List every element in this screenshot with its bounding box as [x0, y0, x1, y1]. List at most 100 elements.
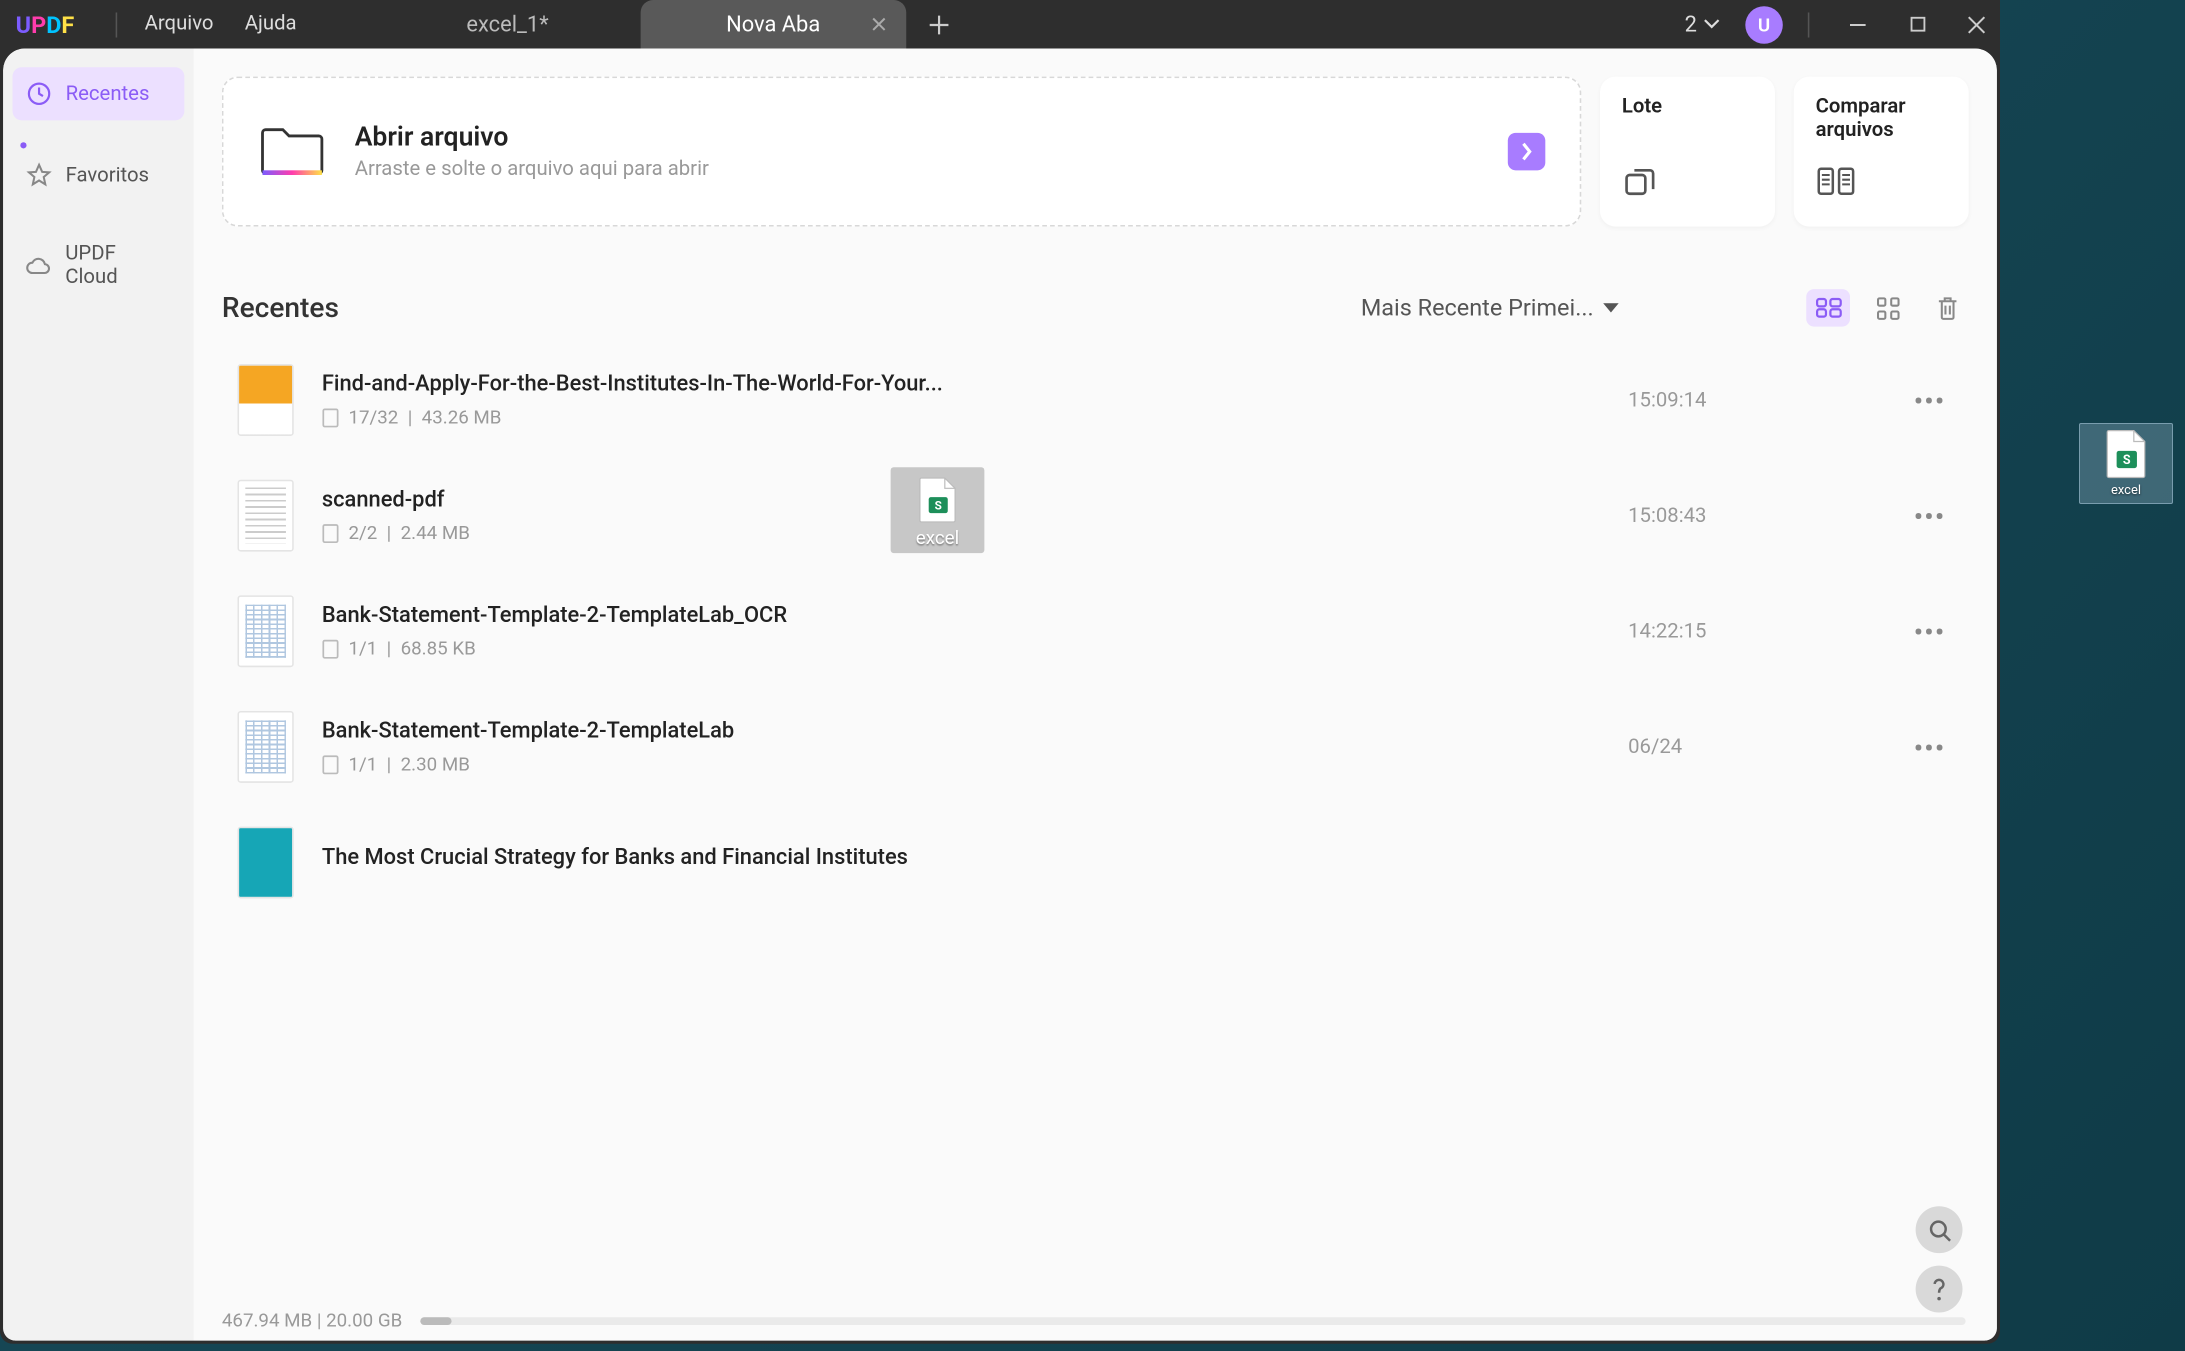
batch-icon: [1622, 164, 1660, 202]
cloud-icon: [25, 252, 53, 280]
file-list: Find-and-Apply-For-the-Best-Institutes-I…: [222, 342, 1969, 898]
app-window: U P D F Arquivo Ajuda excel_1* Nova Aba: [0, 0, 2000, 1344]
window-count[interactable]: 2: [1685, 12, 1721, 37]
open-arrow-button[interactable]: [1508, 133, 1546, 171]
file-name: Find-and-Apply-For-the-Best-Institutes-I…: [322, 372, 1600, 397]
folder-icon: [258, 123, 327, 179]
drag-ghost: S excel: [891, 467, 985, 553]
file-date: 15:09:14: [1628, 388, 1878, 411]
list-title: Recentes: [222, 291, 339, 324]
card-title: Comparar arquivos: [1816, 95, 1947, 142]
page-icon: [322, 407, 339, 427]
file-thumbnail: [238, 480, 294, 552]
list-view-button[interactable]: [1806, 289, 1850, 327]
user-avatar[interactable]: U: [1745, 5, 1783, 43]
tab-nova-aba[interactable]: Nova Aba: [640, 0, 906, 48]
file-name: Bank-Statement-Template-2-TemplateLab_OC…: [322, 603, 1600, 628]
page-icon: [322, 638, 339, 658]
more-button[interactable]: •••: [1906, 732, 1953, 762]
file-info: The Most Crucial Strategy for Banks and …: [322, 845, 1953, 879]
help-fab[interactable]: [1916, 1266, 1963, 1313]
view-buttons: [1806, 289, 1969, 327]
search-fab[interactable]: [1916, 1206, 1963, 1253]
close-button[interactable]: [1953, 1, 2000, 48]
file-thumbnail: [238, 827, 294, 899]
open-title: Abrir arquivo: [355, 122, 709, 153]
desktop-excel-icon[interactable]: S excel: [2079, 423, 2173, 504]
content: Abrir arquivo Arraste e solte o arquivo …: [194, 48, 1997, 1340]
close-tab-icon[interactable]: [865, 10, 893, 38]
file-info: Bank-Statement-Template-2-TemplateLab 1/…: [322, 719, 1600, 775]
tab-label: Nova Aba: [726, 12, 820, 37]
svg-text:S: S: [935, 499, 942, 513]
svg-text:S: S: [2123, 453, 2131, 468]
main-area: Recentes Favoritos UPDF Cloud: [3, 48, 1997, 1340]
help-icon: [1931, 1277, 1947, 1300]
card-title: Lote: [1622, 95, 1753, 142]
file-date: 14:22:15: [1628, 620, 1878, 643]
excel-file-icon: S: [917, 477, 958, 524]
file-meta: 17/32 | 43.26 MB: [322, 406, 1600, 428]
sidebar-label: UPDF Cloud: [65, 242, 172, 289]
top-cards: Abrir arquivo Arraste e solte o arquivo …: [222, 77, 1969, 227]
indicator-dot: [20, 142, 26, 148]
file-row[interactable]: scanned-pdf 2/2 | 2.44 MB 15:08:43 •••: [222, 458, 1969, 574]
storage-track[interactable]: [421, 1316, 1966, 1324]
sidebar: Recentes Favoritos UPDF Cloud: [3, 48, 194, 1340]
sort-label: Mais Recente Primei...: [1361, 294, 1594, 322]
lote-card[interactable]: Lote: [1600, 77, 1775, 227]
titlebar-right: 2 U: [1685, 1, 2000, 48]
sidebar-item-favoritos[interactable]: Favoritos: [13, 148, 185, 201]
drag-label: excel: [897, 527, 978, 549]
storage-text: 467.94 MB | 20.00 GB: [222, 1309, 402, 1331]
sidebar-item-recentes[interactable]: Recentes: [13, 67, 185, 120]
sidebar-item-cloud[interactable]: UPDF Cloud: [13, 230, 185, 302]
open-subtitle: Arraste e solte o arquivo aqui para abri…: [355, 158, 709, 181]
file-date: 06/24: [1628, 735, 1878, 758]
star-icon: [25, 161, 53, 189]
file-date: 15:08:43: [1628, 504, 1878, 527]
tab-label: excel_1*: [466, 12, 548, 37]
menu-ajuda[interactable]: Ajuda: [229, 13, 312, 36]
clock-icon: [25, 80, 53, 108]
storage-fill: [421, 1316, 452, 1324]
file-meta: 1/1 | 2.30 MB: [322, 753, 1600, 775]
compare-icon: [1816, 164, 1857, 198]
maximize-button[interactable]: [1894, 1, 1941, 48]
tab-excel1[interactable]: excel_1*: [375, 0, 641, 48]
new-tab-button[interactable]: [915, 1, 962, 48]
file-row[interactable]: Bank-Statement-Template-2-TemplateLab 1/…: [222, 689, 1969, 805]
dropdown-icon: [1603, 303, 1619, 312]
file-thumbnail: [238, 711, 294, 783]
file-meta: 1/1 | 68.85 KB: [322, 638, 1600, 660]
file-row[interactable]: The Most Crucial Strategy for Banks and …: [222, 805, 1969, 899]
page-icon: [322, 754, 339, 774]
grid-view-button[interactable]: [1866, 289, 1910, 327]
titlebar: U P D F Arquivo Ajuda excel_1* Nova Aba: [0, 0, 2000, 48]
search-icon: [1927, 1218, 1950, 1241]
minimize-button[interactable]: [1834, 1, 1881, 48]
excel-file-icon: S: [2104, 429, 2148, 479]
comparar-card[interactable]: Comparar arquivos: [1794, 77, 1969, 227]
trash-button[interactable]: [1925, 289, 1969, 327]
separator: [1808, 12, 1810, 37]
open-file-card[interactable]: Abrir arquivo Arraste e solte o arquivo …: [222, 77, 1581, 227]
sort-dropdown[interactable]: Mais Recente Primei...: [1361, 294, 1619, 322]
file-row[interactable]: Find-and-Apply-For-the-Best-Institutes-I…: [222, 342, 1969, 458]
open-text: Abrir arquivo Arraste e solte o arquivo …: [355, 122, 709, 181]
more-button[interactable]: •••: [1906, 501, 1953, 531]
more-button[interactable]: •••: [1906, 616, 1953, 646]
file-name: The Most Crucial Strategy for Banks and …: [322, 845, 1953, 870]
file-row[interactable]: Bank-Statement-Template-2-TemplateLab_OC…: [222, 573, 1969, 689]
page-icon: [322, 523, 339, 543]
list-header: Recentes Mais Recente Primei...: [222, 289, 1969, 327]
file-name: Bank-Statement-Template-2-TemplateLab: [322, 719, 1600, 744]
more-button[interactable]: •••: [1906, 385, 1953, 415]
separator: [115, 12, 117, 37]
file-info: Find-and-Apply-For-the-Best-Institutes-I…: [322, 372, 1600, 428]
app-logo: U P D F: [16, 10, 75, 38]
desktop-label: excel: [2085, 483, 2167, 498]
sidebar-label: Recentes: [66, 82, 150, 105]
menu-arquivo[interactable]: Arquivo: [129, 13, 229, 36]
file-info: Bank-Statement-Template-2-TemplateLab_OC…: [322, 603, 1600, 659]
